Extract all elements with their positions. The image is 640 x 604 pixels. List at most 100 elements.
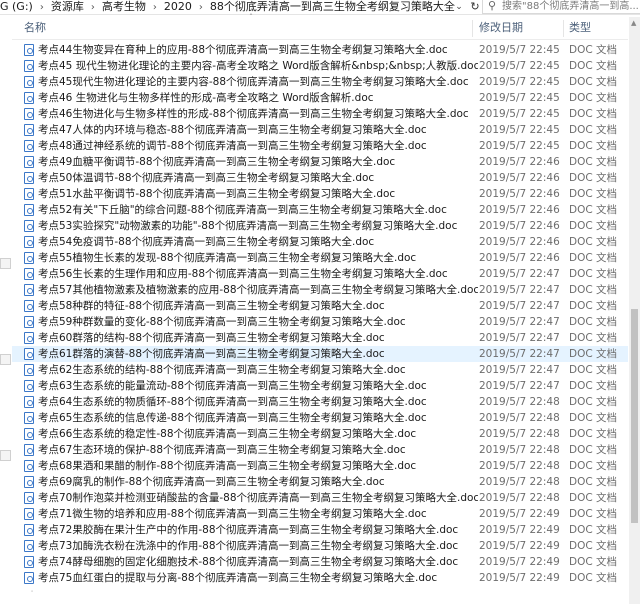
breadcrumb-drive[interactable]: G (G:) [0, 0, 33, 14]
file-row[interactable]: 考点68果酒和果醋的制作-88个彻底弄清高一到高三生物全考纲复习策略大全.doc… [12, 458, 628, 474]
file-name[interactable]: 考点71微生物的培养和应用-88个彻底弄清高一到高三生物全考纲复习策略大全.do… [38, 506, 478, 522]
address-bar[interactable]: G (G:) › 资源库 › 高考生物 › 2020 › 88个彻底弄清高一到高三生物全考纲复习… [0, 0, 640, 15]
file-row[interactable]: 考点49血糖平衡调节-88个彻底弄清高一到高三生物全考纲复习策略大全.doc 20… [12, 154, 628, 170]
chevron-down-icon[interactable]: ⌄ [452, 0, 466, 14]
file-name[interactable]: 考点63生态系统的能量流动-88个彻底弄清高一到高三生物全考纲复习策略大全.do… [38, 378, 478, 394]
file-modified-date: 2019/5/7 22:49 [479, 540, 560, 552]
file-row[interactable]: 考点70制作泡菜并检测亚硝酸盐的含量-88个彻底弄清高一到高三生物全考纲复习策略… [12, 490, 628, 506]
column-header-modified[interactable]: 修改日期 [479, 17, 523, 39]
file-name[interactable]: 考点48通过神经系统的调节-88个彻底弄清高一到高三生物全考纲复习策略大全.do… [38, 138, 478, 154]
file-row[interactable]: 考点50体温调节-88个彻底弄清高一到高三生物全考纲复习策略大全.doc 2019… [12, 170, 628, 186]
file-name[interactable]: 考点72果胶酶在果汁生产中的作用-88个彻底弄清高一到高三生物全考纲复习策略大全… [38, 522, 478, 538]
file-row[interactable]: 考点45现代生物进化理论的主要内容-88个彻底弄清高一到高三生物全考纲复习策略大… [12, 74, 628, 90]
file-type: DOC 文档 [569, 188, 618, 200]
file-name[interactable]: 考点47人体的内环境与稳态-88个彻底弄清高一到高三生物全考纲复习策略大全.do… [38, 122, 478, 138]
file-row[interactable]: 考点54免疫调节-88个彻底弄清高一到高三生物全考纲复习策略大全.doc 2019… [12, 234, 628, 250]
file-name[interactable]: 考点58种群的特征-88个彻底弄清高一到高三生物全考纲复习策略大全.doc [38, 298, 478, 314]
file-row[interactable]: 考点51水盐平衡调节-88个彻底弄清高一到高三生物全考纲复习策略大全.doc 20… [12, 186, 628, 202]
file-row[interactable]: 考点64生态系统的物质循环-88个彻底弄清高一到高三生物全考纲复习策略大全.do… [12, 394, 628, 410]
file-name[interactable]: 考点75血红蛋白的提取与分离-88个彻底弄清高一到高三生物全考纲复习策略大全.d… [38, 570, 478, 586]
doc-file-icon [24, 284, 34, 296]
file-row[interactable]: 考点57其他植物激素及植物激素的应用-88个彻底弄清高一到高三生物全考纲复习策略… [12, 282, 628, 298]
file-name[interactable]: 考点73加酶洗衣粉在洗涤中的作用-88个彻底弄清高一到高三生物全考纲复习策略大全… [38, 538, 478, 554]
file-name[interactable]: 考点46 生物进化与生物多样性的形成-高考全攻略之 Word版含解析.doc [38, 90, 478, 106]
file-type: DOC 文档 [569, 508, 618, 520]
column-divider[interactable] [563, 20, 564, 37]
file-name[interactable]: 考点45 现代生物进化理论的主要内容-高考全攻略之 Word版含解析&nbsp;… [38, 58, 478, 74]
doc-file-icon [24, 188, 34, 200]
expand-icon[interactable] [0, 450, 11, 461]
file-name[interactable]: 考点56生长素的生理作用和应用-88个彻底弄清高一到高三生物全考纲复习策略大全.… [38, 266, 478, 282]
file-row[interactable]: 考点47人体的内环境与稳态-88个彻底弄清高一到高三生物全考纲复习策略大全.do… [12, 122, 628, 138]
file-row[interactable]: 考点72果胶酶在果汁生产中的作用-88个彻底弄清高一到高三生物全考纲复习策略大全… [12, 522, 628, 538]
file-row[interactable]: 考点69腐乳的制作-88个彻底弄清高一到高三生物全考纲复习策略大全.doc 201… [12, 474, 628, 490]
file-row[interactable]: 考点60群落的结构-88个彻底弄清高一到高三生物全考纲复习策略大全.doc 201… [12, 330, 628, 346]
expand-icon[interactable] [0, 354, 11, 365]
file-row[interactable]: 考点71微生物的培养和应用-88个彻底弄清高一到高三生物全考纲复习策略大全.do… [12, 506, 628, 522]
file-name[interactable]: 考点67生态环境的保护-88个彻底弄清高一到高三生物全考纲复习策略大全.doc [38, 442, 478, 458]
file-row[interactable]: 考点59种群数量的变化-88个彻底弄清高一到高三生物全考纲复习策略大全.doc 2… [12, 314, 628, 330]
file-name[interactable]: 考点51水盐平衡调节-88个彻底弄清高一到高三生物全考纲复习策略大全.doc [38, 186, 478, 202]
file-row[interactable]: 考点56生长素的生理作用和应用-88个彻底弄清高一到高三生物全考纲复习策略大全.… [12, 266, 628, 282]
file-row[interactable]: 考点67生态环境的保护-88个彻底弄清高一到高三生物全考纲复习策略大全.doc 2… [12, 442, 628, 458]
file-row[interactable]: 考点73加酶洗衣粉在洗涤中的作用-88个彻底弄清高一到高三生物全考纲复习策略大全… [12, 538, 628, 554]
file-row[interactable]: 考点55植物生长素的发现-88个彻底弄清高一到高三生物全考纲复习策略大全.doc… [12, 250, 628, 266]
expand-icon[interactable] [0, 258, 11, 269]
file-row[interactable]: 考点63生态系统的能量流动-88个彻底弄清高一到高三生物全考纲复习策略大全.do… [12, 378, 628, 394]
file-row[interactable]: 考点52有关"下丘脑"的综合问题-88个彻底弄清高一到高三生物全考纲复习策略大全… [12, 202, 628, 218]
breadcrumb-folder-year[interactable]: 2020 [164, 0, 192, 14]
doc-file-icon [24, 156, 34, 168]
file-name[interactable]: 考点55植物生长素的发现-88个彻底弄清高一到高三生物全考纲复习策略大全.doc [38, 250, 478, 266]
file-row[interactable]: 考点75血红蛋白的提取与分离-88个彻底弄清高一到高三生物全考纲复习策略大全.d… [12, 570, 628, 586]
navigation-pane[interactable] [0, 15, 11, 604]
file-name[interactable]: 考点68果酒和果醋的制作-88个彻底弄清高一到高三生物全考纲复习策略大全.doc [38, 458, 478, 474]
file-row[interactable]: 考点74酵母细胞的固定化细胞技术-88个彻底弄清高一到高三生物全考纲复习策略大全… [12, 554, 628, 570]
file-name[interactable]: 考点62生态系统的结构-88个彻底弄清高一到高三生物全考纲复习策略大全.doc [38, 362, 478, 378]
scrollbar-thumb[interactable] [631, 309, 638, 523]
file-name[interactable]: 考点65生态系统的信息传递-88个彻底弄清高一到高三生物全考纲复习策略大全.do… [38, 410, 478, 426]
file-row[interactable]: 考点46 生物进化与生物多样性的形成-高考全攻略之 Word版含解析.doc 20… [12, 90, 628, 106]
refresh-icon[interactable]: ↻ [468, 0, 482, 14]
file-name[interactable]: 考点61群落的演替-88个彻底弄清高一到高三生物全考纲复习策略大全.doc [38, 346, 478, 362]
file-row[interactable]: 考点46生物进化与生物多样性的形成-88个彻底弄清高一到高三生物全考纲复习策略大… [12, 106, 628, 122]
file-name[interactable]: 考点57其他植物激素及植物激素的应用-88个彻底弄清高一到高三生物全考纲复习策略… [38, 282, 478, 298]
file-row[interactable]: 考点58种群的特征-88个彻底弄清高一到高三生物全考纲复习策略大全.doc 201… [12, 298, 628, 314]
breadcrumb-folder-current[interactable]: 88个彻底弄清高一到高三生物全考纲复习策略大全 [210, 0, 455, 14]
column-divider[interactable] [472, 20, 473, 37]
file-row[interactable]: 考点62生态系统的结构-88个彻底弄清高一到高三生物全考纲复习策略大全.doc 2… [12, 362, 628, 378]
file-row[interactable]: 考点48通过神经系统的调节-88个彻底弄清高一到高三生物全考纲复习策略大全.do… [12, 138, 628, 154]
file-type: DOC 文档 [569, 252, 618, 264]
breadcrumb-folder-biology[interactable]: 高考生物 [102, 0, 146, 14]
search-box[interactable]: ⚲ 搜索"88个彻底弄清高一到高... [482, 0, 640, 14]
file-name[interactable]: 考点45现代生物进化理论的主要内容-88个彻底弄清高一到高三生物全考纲复习策略大… [38, 74, 478, 90]
column-header-name[interactable]: 名称 [24, 17, 46, 39]
file-row[interactable]: 考点66生态系统的稳定性-88个彻底弄清高一到高三生物全考纲复习策略大全.doc… [12, 426, 628, 442]
file-name[interactable]: 考点54免疫调节-88个彻底弄清高一到高三生物全考纲复习策略大全.doc [38, 234, 478, 250]
file-row[interactable]: 考点45 现代生物进化理论的主要内容-高考全攻略之 Word版含解析&nbsp;… [12, 58, 628, 74]
file-name[interactable]: 考点69腐乳的制作-88个彻底弄清高一到高三生物全考纲复习策略大全.doc [38, 474, 478, 490]
file-row[interactable]: 考点65生态系统的信息传递-88个彻底弄清高一到高三生物全考纲复习策略大全.do… [12, 410, 628, 426]
file-name[interactable]: 考点50体温调节-88个彻底弄清高一到高三生物全考纲复习策略大全.doc [38, 170, 478, 186]
file-name[interactable]: 考点53实验探究"动物激素的功能"-88个彻底弄清高一到高三生物全考纲复习策略大… [38, 218, 478, 234]
file-name[interactable]: 考点66生态系统的稳定性-88个彻底弄清高一到高三生物全考纲复习策略大全.doc [38, 426, 478, 442]
file-modified-date: 2019/5/7 22:47 [479, 284, 560, 296]
column-header-type[interactable]: 类型 [569, 17, 591, 39]
file-row[interactable]: 考点44生物变异在育种上的应用-88个彻底弄清高一到高三生物全考纲复习策略大全.… [12, 42, 628, 58]
scroll-up-icon[interactable]: ▲ [631, 19, 636, 27]
doc-file-icon [24, 204, 34, 216]
file-row[interactable]: 考点61群落的演替-88个彻底弄清高一到高三生物全考纲复习策略大全.doc 201… [12, 346, 628, 362]
file-name[interactable]: 考点52有关"下丘脑"的综合问题-88个彻底弄清高一到高三生物全考纲复习策略大全… [38, 202, 478, 218]
file-name[interactable]: 考点60群落的结构-88个彻底弄清高一到高三生物全考纲复习策略大全.doc [38, 330, 478, 346]
breadcrumb[interactable]: G (G:) › 资源库 › 高考生物 › 2020 › 88个彻底弄清高一到高三生物全考纲复习… [0, 0, 468, 14]
file-name[interactable]: 考点49血糖平衡调节-88个彻底弄清高一到高三生物全考纲复习策略大全.doc [38, 154, 478, 170]
file-name[interactable]: 考点74酵母细胞的固定化细胞技术-88个彻底弄清高一到高三生物全考纲复习策略大全… [38, 554, 478, 570]
file-name[interactable]: 考点44生物变异在育种上的应用-88个彻底弄清高一到高三生物全考纲复习策略大全.… [38, 42, 478, 58]
file-row[interactable]: 考点53实验探究"动物激素的功能"-88个彻底弄清高一到高三生物全考纲复习策略大… [12, 218, 628, 234]
file-name[interactable]: 考点59种群数量的变化-88个彻底弄清高一到高三生物全考纲复习策略大全.doc [38, 314, 478, 330]
breadcrumb-folder-library[interactable]: 资源库 [51, 0, 84, 14]
file-name[interactable]: 考点46生物进化与生物多样性的形成-88个彻底弄清高一到高三生物全考纲复习策略大… [38, 106, 478, 122]
file-name[interactable]: 考点70制作泡菜并检测亚硝酸盐的含量-88个彻底弄清高一到高三生物全考纲复习策略… [38, 490, 478, 506]
file-name[interactable]: 考点64生态系统的物质循环-88个彻底弄清高一到高三生物全考纲复习策略大全.do… [38, 394, 478, 410]
search-input[interactable]: 搜索"88个彻底弄清高一到高... [502, 0, 638, 13]
vertical-scrollbar[interactable]: ▲ [629, 17, 640, 604]
